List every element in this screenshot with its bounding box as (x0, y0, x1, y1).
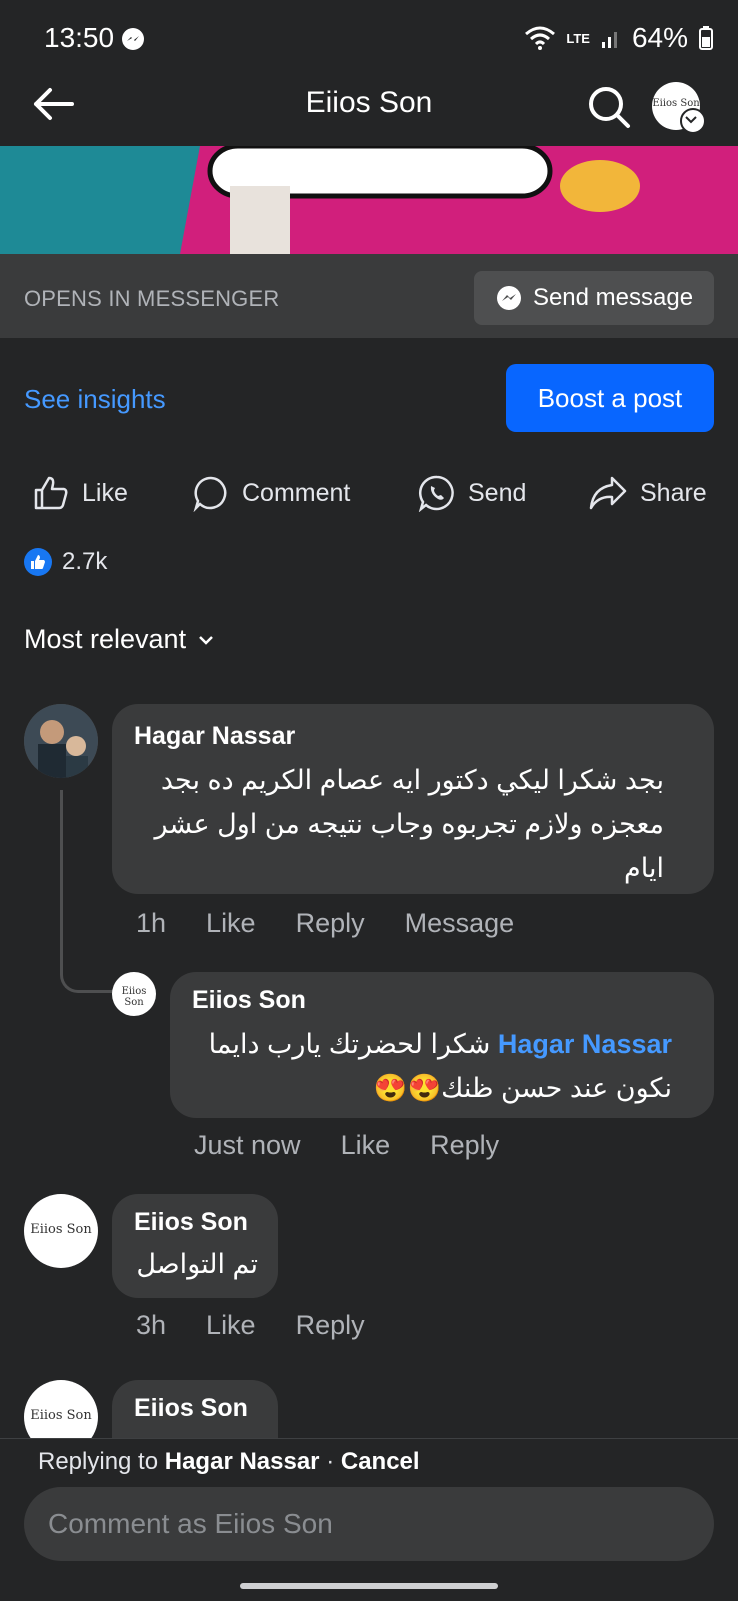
wifi-icon (525, 26, 556, 50)
reply-like-button[interactable]: Like (341, 1130, 391, 1161)
see-insights-link[interactable]: See insights (24, 384, 166, 415)
opens-in-messenger-label: OPENS IN MESSENGER (24, 286, 280, 311)
avatar[interactable] (24, 704, 98, 778)
share-label: Share (640, 478, 707, 507)
like-label: Like (82, 478, 128, 507)
battery-icon (699, 26, 713, 50)
network-type: LTE (566, 30, 590, 46)
send-message-label: Send message (532, 284, 694, 311)
page-logo: Eiios Son (121, 986, 147, 1008)
comment-bubble[interactable]: Hagar Nassar بجد شكرا ليكي دكتور ايه عصا… (112, 704, 714, 894)
share-button[interactable]: Share (588, 470, 707, 516)
search-icon[interactable] (584, 82, 634, 132)
reply-time: Just now (194, 1130, 301, 1160)
status-time: 13:50 (44, 22, 115, 53)
reply-mention[interactable]: Hagar Nassar (498, 1029, 672, 1059)
boost-post-button[interactable]: Boost a post (506, 364, 714, 432)
cancel-reply-button[interactable]: Cancel (341, 1448, 420, 1475)
comment-bubble[interactable]: Eiios Son تم التواصل (112, 1194, 278, 1298)
comment-meta: 1h Like Reply Message (136, 908, 514, 939)
like-reaction-icon (24, 548, 52, 576)
comment-text: بجد شكرا ليكي دكتور ايه عصام الكريم ده ب… (154, 765, 664, 883)
post-image[interactable] (0, 146, 738, 254)
send-message-button[interactable]: Send message (474, 271, 714, 325)
comment-label: Comment (242, 478, 351, 507)
reply-author[interactable]: Eiios Son (192, 986, 306, 1015)
reply-reply-button[interactable]: Reply (430, 1130, 499, 1161)
comment-like-button[interactable]: Like (206, 908, 256, 939)
comment-author[interactable]: Eiios Son (134, 1394, 248, 1423)
comment-time: 3h (136, 1310, 167, 1340)
reaction-count[interactable]: 2.7k (62, 548, 107, 576)
comment-input[interactable] (24, 1487, 714, 1561)
comment-button[interactable]: Comment (192, 470, 350, 516)
comment-message-button[interactable]: Message (405, 908, 515, 939)
home-indicator[interactable] (240, 1583, 498, 1589)
status-icons: LTE 64% (524, 22, 714, 54)
comment-author[interactable]: Eiios Son (134, 1208, 248, 1237)
reply-text: Hagar Nassar شكرا لحضرتك يارب دايما نكون… (192, 1022, 672, 1110)
signal-icon (601, 32, 617, 48)
comment-meta: 3h Like Reply (136, 1310, 365, 1341)
avatar[interactable]: Eiios Son (24, 1194, 98, 1268)
battery-percent: 64% (631, 22, 688, 53)
comment-time: 1h (136, 908, 167, 938)
sort-label: Most relevant (24, 624, 187, 654)
thumbs-up-icon (34, 476, 68, 510)
reply-bubble[interactable]: Eiios Son Hagar Nassar شكرا لحضرتك يارب … (170, 972, 714, 1118)
chevron-down-icon (680, 108, 706, 134)
comment-like-button[interactable]: Like (206, 1310, 256, 1341)
share-icon (589, 476, 627, 510)
whatsapp-icon (418, 475, 454, 512)
page-logo: Eiios Son (30, 1222, 92, 1237)
replying-prefix: Replying to (38, 1448, 159, 1475)
comment-author[interactable]: Hagar Nassar (134, 722, 295, 751)
comment-icon (193, 476, 227, 512)
comment-reply-button[interactable]: Reply (296, 908, 365, 939)
replying-name: Hagar Nassar (164, 1448, 320, 1475)
reply-meta: Just now Like Reply (194, 1130, 499, 1161)
comment-sort-dropdown[interactable]: Most relevant (24, 624, 216, 655)
avatar[interactable]: Eiios Son (112, 972, 156, 1016)
comment-text: تم التواصل (136, 1249, 258, 1279)
messenger-icon (496, 286, 521, 310)
page-logo: Eiios Son (30, 1408, 92, 1423)
comment-reply-button[interactable]: Reply (296, 1310, 365, 1341)
like-button[interactable]: Like (32, 470, 128, 516)
messenger-notification-icon (122, 28, 144, 50)
chevron-down-icon (199, 635, 213, 645)
send-button[interactable]: Send (418, 470, 526, 516)
profile-switcher-avatar[interactable]: Eiios Son (652, 82, 706, 134)
send-label: Send (468, 478, 527, 507)
replying-to-banner: Replying to Hagar Nassar · Cancel (38, 1448, 420, 1475)
reply-thread-line (60, 790, 115, 993)
